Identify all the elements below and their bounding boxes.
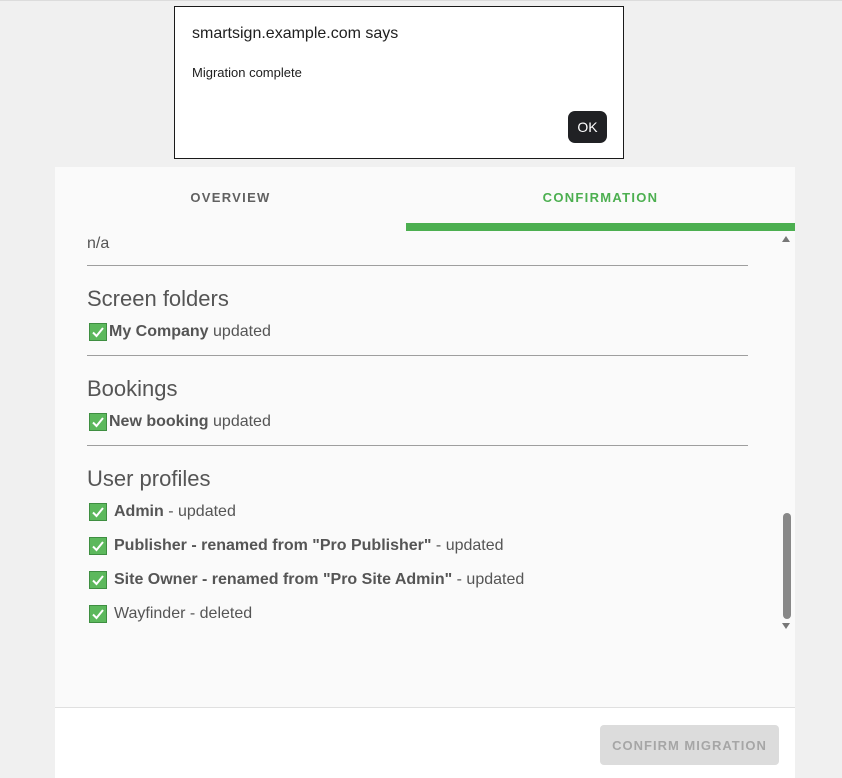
item-status: - updated [168, 503, 236, 520]
divider [87, 355, 748, 356]
section-title-bookings: Bookings [87, 376, 178, 401]
footer-bar: CONFIRM MIGRATION [55, 707, 795, 778]
results-scroll-area[interactable]: n/a Screen folders My Company updated Bo… [87, 231, 748, 631]
scrollbar-thumb[interactable] [783, 513, 791, 619]
tab-overview[interactable]: OVERVIEW [55, 167, 406, 231]
tab-confirmation[interactable]: CONFIRMATION [406, 167, 795, 231]
item-status: updated [213, 323, 271, 340]
item-name: New booking [109, 413, 209, 430]
checkbox-checked-icon [89, 605, 107, 623]
list-item: My Company updated [89, 323, 271, 341]
top-border [0, 0, 842, 1]
tab-overview-label: OVERVIEW [190, 190, 271, 205]
divider [87, 265, 748, 266]
item-text: Wayfinder - deleted [114, 605, 253, 622]
checkbox-checked-icon [89, 413, 107, 431]
item-status: - updated [456, 571, 525, 588]
list-item: Admin - updated [89, 503, 236, 521]
item-name: Site Owner - renamed from "Pro Site Admi… [114, 571, 453, 588]
list-item: Wayfinder - deleted [89, 605, 252, 623]
item-name: Admin [114, 503, 164, 520]
divider [87, 445, 748, 446]
section-title-user-profiles: User profiles [87, 466, 211, 491]
checkbox-checked-icon [89, 571, 107, 589]
scroll-down-arrow-icon[interactable] [782, 623, 790, 629]
item-name: My Company [109, 323, 209, 340]
item-name: Publisher - renamed from "Pro Publisher" [114, 537, 432, 554]
list-item: New booking updated [89, 413, 271, 431]
migration-panel: OVERVIEW CONFIRMATION n/a Screen folders… [55, 167, 795, 778]
dialog-ok-button[interactable]: OK [568, 111, 607, 143]
section-title-screen-folders: Screen folders [87, 286, 229, 311]
item-status: - updated [435, 537, 504, 554]
checkbox-checked-icon [89, 537, 107, 555]
list-item: Publisher - renamed from "Pro Publisher"… [89, 537, 504, 555]
checkbox-checked-icon [89, 503, 107, 521]
scroll-up-arrow-icon[interactable] [782, 236, 790, 242]
dialog-title: smartsign.example.com says [192, 25, 399, 42]
confirm-migration-button[interactable]: CONFIRM MIGRATION [600, 725, 779, 765]
top-value: n/a [87, 235, 110, 252]
alert-dialog: smartsign.example.com says Migration com… [174, 6, 624, 159]
dialog-message: Migration complete [192, 65, 302, 80]
active-tab-indicator [406, 223, 795, 231]
checkbox-checked-icon [89, 323, 107, 341]
tab-bar: OVERVIEW CONFIRMATION [55, 167, 795, 231]
item-status: updated [213, 413, 271, 430]
list-item: Site Owner - renamed from "Pro Site Admi… [89, 571, 524, 589]
